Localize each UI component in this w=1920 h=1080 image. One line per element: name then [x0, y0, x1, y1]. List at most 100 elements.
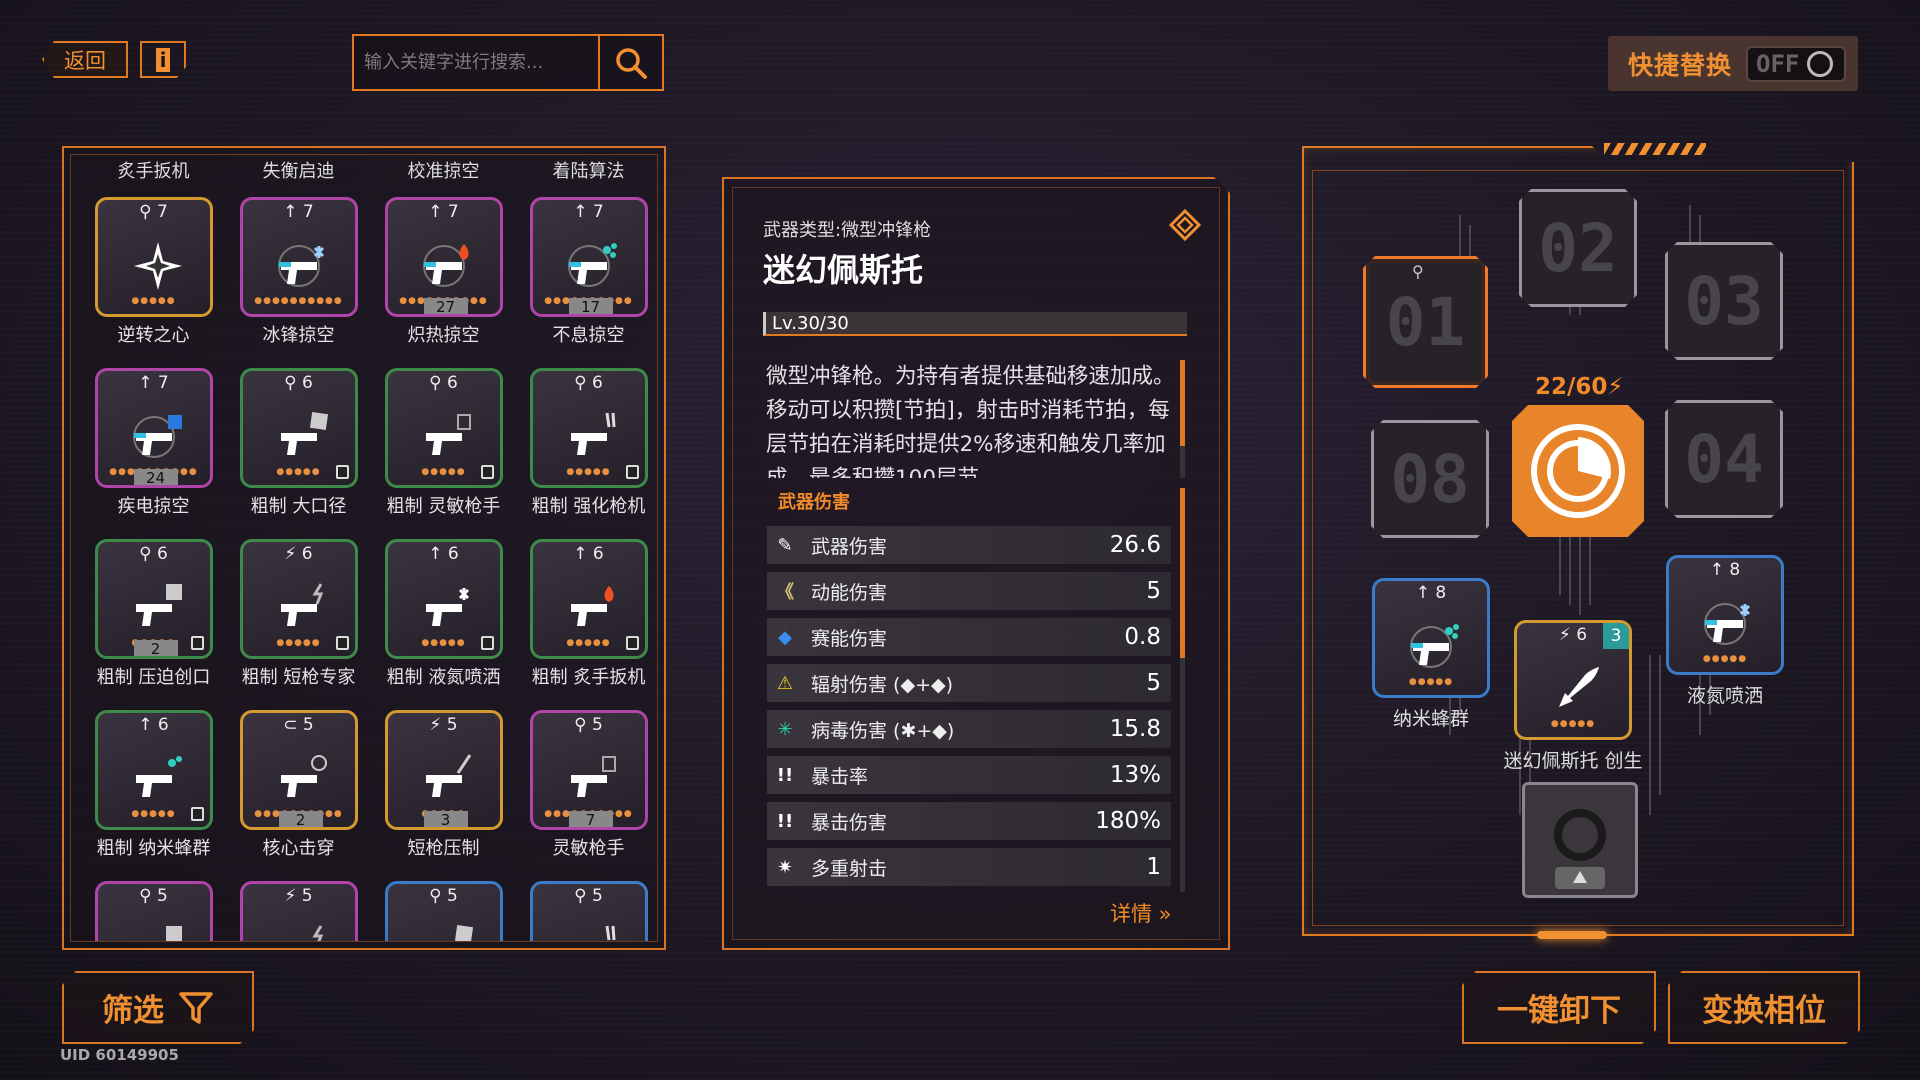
pistol-multishot-icon [425, 414, 471, 455]
mod-cell[interactable]: ⚲ 7 ●●●●● 逆转之心 [81, 181, 226, 352]
slot-02[interactable]: 02 [1519, 189, 1637, 307]
mod-count: 2 [133, 640, 178, 656]
crit-damage-icon: !! [776, 810, 794, 832]
stat-value: 26.6 [1109, 532, 1161, 558]
mod-cell[interactable]: ⚲ 5 [516, 865, 657, 941]
mod-grid: 炙手扳机 失衡启迪 校准掠空 着陆算法 ⚲ 7 ●●●●● 逆转之心 ↑ 7 ●●●●●… [81, 155, 657, 941]
slot-01[interactable]: 01 [1363, 256, 1488, 388]
mod-card[interactable]: ⚲ 5 [384, 881, 503, 941]
mod-card[interactable]: ⚲ 6 ●●●●● [384, 368, 503, 488]
stat-row: ⚠ 辐射伤害 (◆+◆) 5 [767, 664, 1171, 702]
diamond-icon[interactable] [1168, 208, 1202, 242]
info-button[interactable]: i [140, 41, 186, 78]
mod-cell[interactable]: ⚡ 5●●●●●3 短枪压制 [371, 694, 516, 865]
mod-card[interactable]: ⚲ 7 ●●●●● [94, 197, 213, 317]
mod-inventory-scroll[interactable]: 炙手扳机 失衡启迪 校准掠空 着陆算法 ⚲ 7 ●●●●● 逆转之心 ↑ 7 ●●●●●… [70, 154, 658, 942]
mod-cell[interactable]: ↑ 6 ●●●●● 粗制 液氮喷洒 [371, 523, 516, 694]
mod-card[interactable]: ⚲ 6●●●●●2 [94, 539, 213, 659]
mod-card[interactable]: ⚲ 6 ●●●●● [239, 368, 358, 488]
weapon-description[interactable]: 微型冲锋枪。为持有者提供基础移速加成。移动可以积攒[节拍]，射击时消耗节拍，每层… [766, 360, 1176, 478]
stat-row: ◆ 赛能伤害 0.8 [767, 618, 1171, 656]
mod-cell[interactable]: ↑ 7●●●●●●●●●●24 疾电掠空 [81, 352, 226, 523]
mod-cell[interactable]: ⊂ 5●●●●●●●●●●2 核心击穿 [226, 694, 371, 865]
slot-04[interactable]: 04 [1665, 400, 1783, 518]
mod-rank-dots: ●●●●●●●●●● [254, 296, 343, 306]
equipped-mod[interactable]: ↑ 8 ●●●●● 纳米蜂群 [1372, 578, 1490, 731]
mod-card[interactable]: ↑ 7●●●●●●●●●●17 [529, 197, 648, 317]
mod-cell[interactable]: ⚲ 6 ●●●●● 粗制 强化枪机 [516, 352, 657, 523]
mod-level: ↑ 8 [1415, 583, 1447, 603]
back-button[interactable]: 返回 [42, 41, 128, 78]
mod-card[interactable]: ⚡ 5●●●●●3 [384, 710, 503, 830]
mod-cell[interactable]: ↑ 6 ●●●●● 粗制 纳米蜂群 [81, 694, 226, 865]
search-button[interactable] [598, 36, 662, 89]
mod-name: 粗制 炙手扳机 [531, 667, 646, 688]
stat-value: 13% [1109, 762, 1161, 788]
search-icon [616, 47, 647, 79]
details-link[interactable]: 详情 » [1110, 898, 1172, 928]
mod-card[interactable]: ⚲ 5 [529, 881, 648, 941]
mod-cell[interactable]: ⚡ 6 ●●●●● 粗制 短枪专家 [226, 523, 371, 694]
quick-swap-toggle[interactable]: OFF [1746, 45, 1847, 82]
plugin-slot[interactable] [1522, 782, 1638, 898]
mod-card[interactable]: ⊂ 5●●●●●●●●●●2 [239, 710, 358, 830]
stat-label: 多重射击 [811, 857, 888, 880]
quick-swap: 快捷替换 OFF [1608, 36, 1858, 91]
crit-rate-icon: !! [776, 764, 794, 786]
description-scrollbar[interactable] [1180, 360, 1185, 478]
mod-card: ↑ 8 ●●●●● [1372, 578, 1490, 698]
search-input[interactable] [354, 36, 598, 89]
mod-cell[interactable]: ↑ 7 ●●●●●●●●●● 冰锋掠空 [226, 181, 371, 352]
mod-cell[interactable]: ⚲ 5●●●●●●●●●●7 灵敏枪手 [516, 694, 657, 865]
mod-cell[interactable]: ↑ 6 ●●●●● 粗制 炙手扳机 [516, 523, 657, 694]
user-id: UID 60149905 [60, 1046, 179, 1064]
mod-badge: 3 [1603, 623, 1629, 649]
mod-cell[interactable]: ↑ 7●●●●●●●●●●27 炽热掠空 [371, 181, 516, 352]
mod-card[interactable]: ⚡ 6 ●●●●● [239, 539, 358, 659]
mod-card[interactable]: ↑ 6 ●●●●● [94, 710, 213, 830]
mod-card: ⚡ 6 ●●●●● 3 [1514, 620, 1632, 740]
stat-value: 15.8 [1109, 716, 1161, 742]
mod-name: 粗制 压迫创口 [96, 667, 211, 688]
mod-card[interactable]: ↑ 7●●●●●●●●●●24 [94, 368, 213, 488]
pistol-multishot-icon [570, 756, 616, 797]
mod-card[interactable]: ↑ 7●●●●●●●●●●27 [384, 197, 503, 317]
mod-cell[interactable]: ⚡ 5 [226, 865, 371, 941]
mod-name: 炙手扳机 [117, 161, 190, 182]
mod-card[interactable]: ↑ 7 ●●●●●●●●●● [239, 197, 358, 317]
mod-card[interactable]: ⚲ 5 [94, 881, 213, 941]
unequip-all-button[interactable]: 一键卸下 [1462, 971, 1656, 1044]
mod-card[interactable]: ⚲ 5●●●●●●●●●●7 [529, 710, 648, 830]
quick-swap-label: 快捷替换 [1628, 50, 1733, 80]
toggle-state: OFF [1756, 49, 1800, 78]
mod-name: 炽热掠空 [407, 325, 480, 346]
mod-card[interactable]: ⚡ 5 [239, 881, 358, 941]
gun-ice-icon [277, 245, 324, 287]
mod-cell[interactable]: ↑ 7●●●●●●●●●●17 不息掠空 [516, 181, 657, 352]
slot-03[interactable]: 03 [1665, 242, 1783, 360]
level-bar: Lv.30/30 [763, 312, 1187, 336]
slot-08[interactable]: 08 [1371, 420, 1489, 538]
mod-cell[interactable]: ⚲ 5 [371, 865, 516, 941]
pistol-target-icon [280, 755, 327, 797]
stat-list[interactable]: ✎ 武器伤害 26.6 《动能伤害 5 ◆ 赛能伤害 0.8 ⚠ 辐射伤害 (◆+◆) 5 ✳ 病毒伤害… [767, 526, 1171, 894]
mod-rank-dots: ●●●●● [131, 296, 176, 306]
swap-phase-button[interactable]: 变换相位 [1668, 971, 1860, 1044]
equipped-mod[interactable]: ⚡ 6 ●●●●● 3 迷幻佩斯托 创生 [1503, 620, 1643, 773]
equipped-mod[interactable]: ↑ 8 ●●●●● 液氮喷洒 [1666, 555, 1784, 708]
mod-level: ⚡ 5 [284, 886, 313, 906]
mod-name: 失衡启迪 [262, 161, 335, 182]
mod-name: 核心击穿 [262, 838, 335, 859]
mod-card[interactable]: ⚲ 6 ●●●●● [529, 368, 648, 488]
virus-icon: ✳ [777, 718, 793, 740]
mod-cell[interactable]: ⚲ 5 [81, 865, 226, 941]
mod-cell[interactable]: ⚲ 6 ●●●●● 粗制 大口径 [226, 352, 371, 523]
mod-card[interactable]: ↑ 6 ●●●●● [529, 539, 648, 659]
lock-icon [335, 465, 349, 479]
weapon-core[interactable] [1512, 405, 1644, 537]
mod-cell[interactable]: ⚲ 6 ●●●●● 粗制 灵敏枪手 [371, 352, 516, 523]
mod-cell[interactable]: ⚲ 6●●●●●2 粗制 压迫创口 [81, 523, 226, 694]
mod-card[interactable]: ↑ 6 ●●●●● [384, 539, 503, 659]
filter-button[interactable]: 筛选 [62, 971, 254, 1044]
stats-scrollbar[interactable] [1180, 488, 1185, 892]
